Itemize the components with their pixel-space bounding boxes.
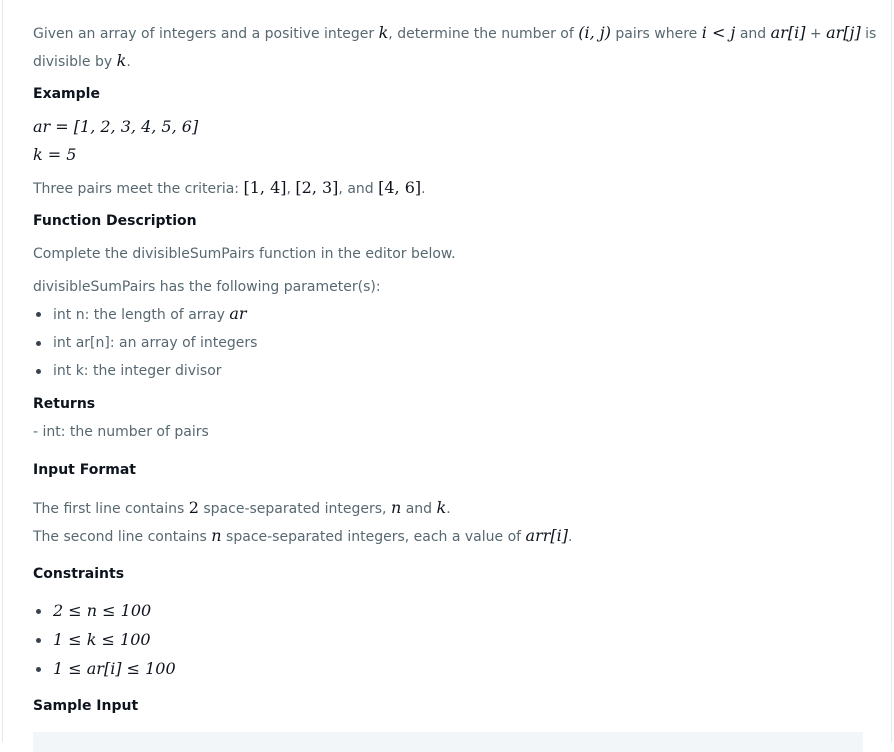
example-k: k = 5 — [33, 145, 77, 164]
list-item: 1 ≤ k ≤ 100 — [33, 626, 176, 655]
returns-heading: Returns — [33, 396, 96, 412]
input-format-line-1: The first line contains 2 space-separate… — [33, 498, 451, 517]
input-format-line-2: The second line contains n space-separat… — [33, 526, 573, 545]
constraints-heading: Constraints — [33, 566, 125, 582]
intro-line-1: Given an array of integers and a positiv… — [33, 23, 877, 42]
returns-text: - int: the number of pairs — [33, 424, 209, 440]
input-format-heading: Input Format — [33, 462, 136, 478]
intro-line-2: divisible by k. — [33, 51, 131, 70]
example-ar: ar = [1, 2, 3, 4, 5, 6] — [33, 117, 199, 136]
sample-input-heading: Sample Input — [33, 698, 139, 714]
function-description-text: Complete the divisibleSumPairs function … — [33, 246, 456, 262]
function-description-heading: Function Description — [33, 213, 197, 229]
params-intro: divisibleSumPairs has the following para… — [33, 279, 381, 295]
sample-input-code-block — [33, 732, 863, 752]
list-item: int ar[n]: an array of integers — [33, 329, 257, 357]
list-item: int n: the length of array ar — [33, 300, 257, 329]
example-pairs: Three pairs meet the criteria: [1, 4], [… — [33, 178, 426, 197]
problem-statement-panel: Given an array of integers and a positiv… — [2, 0, 892, 752]
constraints-list: 2 ≤ n ≤ 100 1 ≤ k ≤ 100 1 ≤ ar[i] ≤ 100 — [33, 597, 176, 684]
params-list: int n: the length of array ar int ar[n]:… — [33, 300, 257, 385]
list-item: int k: the integer divisor — [33, 357, 257, 385]
list-item: 2 ≤ n ≤ 100 — [33, 597, 176, 626]
example-heading: Example — [33, 86, 100, 102]
list-item: 1 ≤ ar[i] ≤ 100 — [33, 655, 176, 684]
